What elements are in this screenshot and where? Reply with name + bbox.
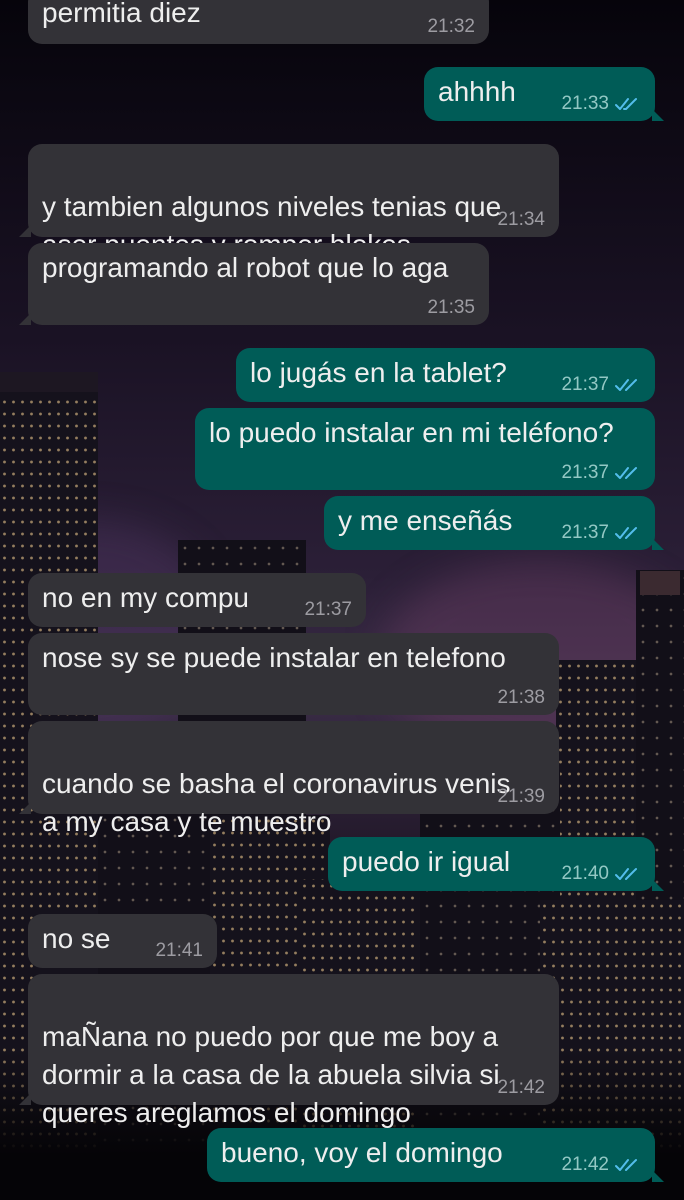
message-time: 21:33 — [561, 93, 609, 114]
message-time: 21:42 — [561, 1154, 609, 1175]
message-outgoing[interactable]: y me enseñás 21:37 — [324, 496, 664, 550]
message-text: permitia diez — [42, 0, 201, 28]
message-time: 21:42 — [497, 1077, 545, 1098]
message-incoming[interactable]: no en my compu 21:37 — [28, 573, 366, 627]
read-ticks-icon — [615, 98, 637, 110]
message-time: 21:39 — [497, 786, 545, 807]
message-incoming[interactable]: permitia diez 21:32 — [28, 0, 489, 44]
message-incoming[interactable]: maÑana no puedo por que me boy a dormir … — [19, 974, 559, 1128]
message-outgoing[interactable]: puedo ir igual 21:40 — [328, 837, 664, 891]
message-outgoing[interactable]: lo puedo instalar en mi teléfono? 21:37 — [195, 408, 655, 490]
read-ticks-icon — [615, 1159, 637, 1171]
message-text: no en my compu — [42, 582, 249, 613]
message-time: 21:41 — [155, 940, 203, 961]
message-text: maÑana no puedo por que me boy a dormir … — [42, 1021, 500, 1128]
read-ticks-icon — [615, 868, 637, 880]
message-text: cuando se basha el coronavirus venis a m… — [42, 768, 511, 837]
read-ticks-icon — [615, 467, 637, 479]
message-outgoing[interactable]: ahhhh 21:33 — [424, 67, 664, 121]
message-incoming[interactable]: programando al robot que lo aga 21:35 — [19, 243, 489, 325]
message-time: 21:37 — [561, 462, 609, 483]
message-text: no se — [42, 923, 111, 954]
message-text: lo puedo instalar en mi teléfono? — [209, 417, 614, 448]
message-text: ahhhh — [438, 76, 516, 107]
message-incoming[interactable]: nose sy se puede instalar en telefono 21… — [28, 633, 559, 715]
message-outgoing[interactable]: bueno, voy el domingo 21:42 — [207, 1128, 664, 1182]
message-time: 21:37 — [561, 374, 609, 395]
read-ticks-icon — [615, 379, 637, 391]
message-text: bueno, voy el domingo — [221, 1137, 503, 1168]
message-time: 21:38 — [497, 687, 545, 708]
message-text: puedo ir igual — [342, 846, 511, 877]
message-incoming[interactable]: no se 21:41 — [28, 914, 217, 968]
message-time: 21:35 — [427, 297, 475, 318]
message-incoming[interactable]: cuando se basha el coronavirus venis a m… — [19, 721, 559, 837]
message-time: 21:40 — [561, 863, 609, 884]
message-text: programando al robot que lo aga — [42, 252, 449, 283]
message-time: 21:34 — [497, 209, 545, 230]
message-time: 21:37 — [561, 522, 609, 543]
message-outgoing[interactable]: lo jugás en la tablet? 21:37 — [236, 348, 655, 402]
message-time: 21:37 — [304, 599, 352, 620]
message-time: 21:32 — [427, 16, 475, 37]
read-ticks-icon — [615, 527, 637, 539]
message-text: lo jugás en la tablet? — [250, 357, 507, 388]
message-list[interactable]: permitia diez 21:32 ahhhh 21:33 y tambie… — [0, 0, 684, 1200]
message-text: nose sy se puede instalar en telefono — [42, 642, 506, 673]
message-incoming[interactable]: y tambien algunos niveles tenias que ase… — [19, 144, 559, 260]
message-text: y me enseñás — [338, 505, 513, 536]
